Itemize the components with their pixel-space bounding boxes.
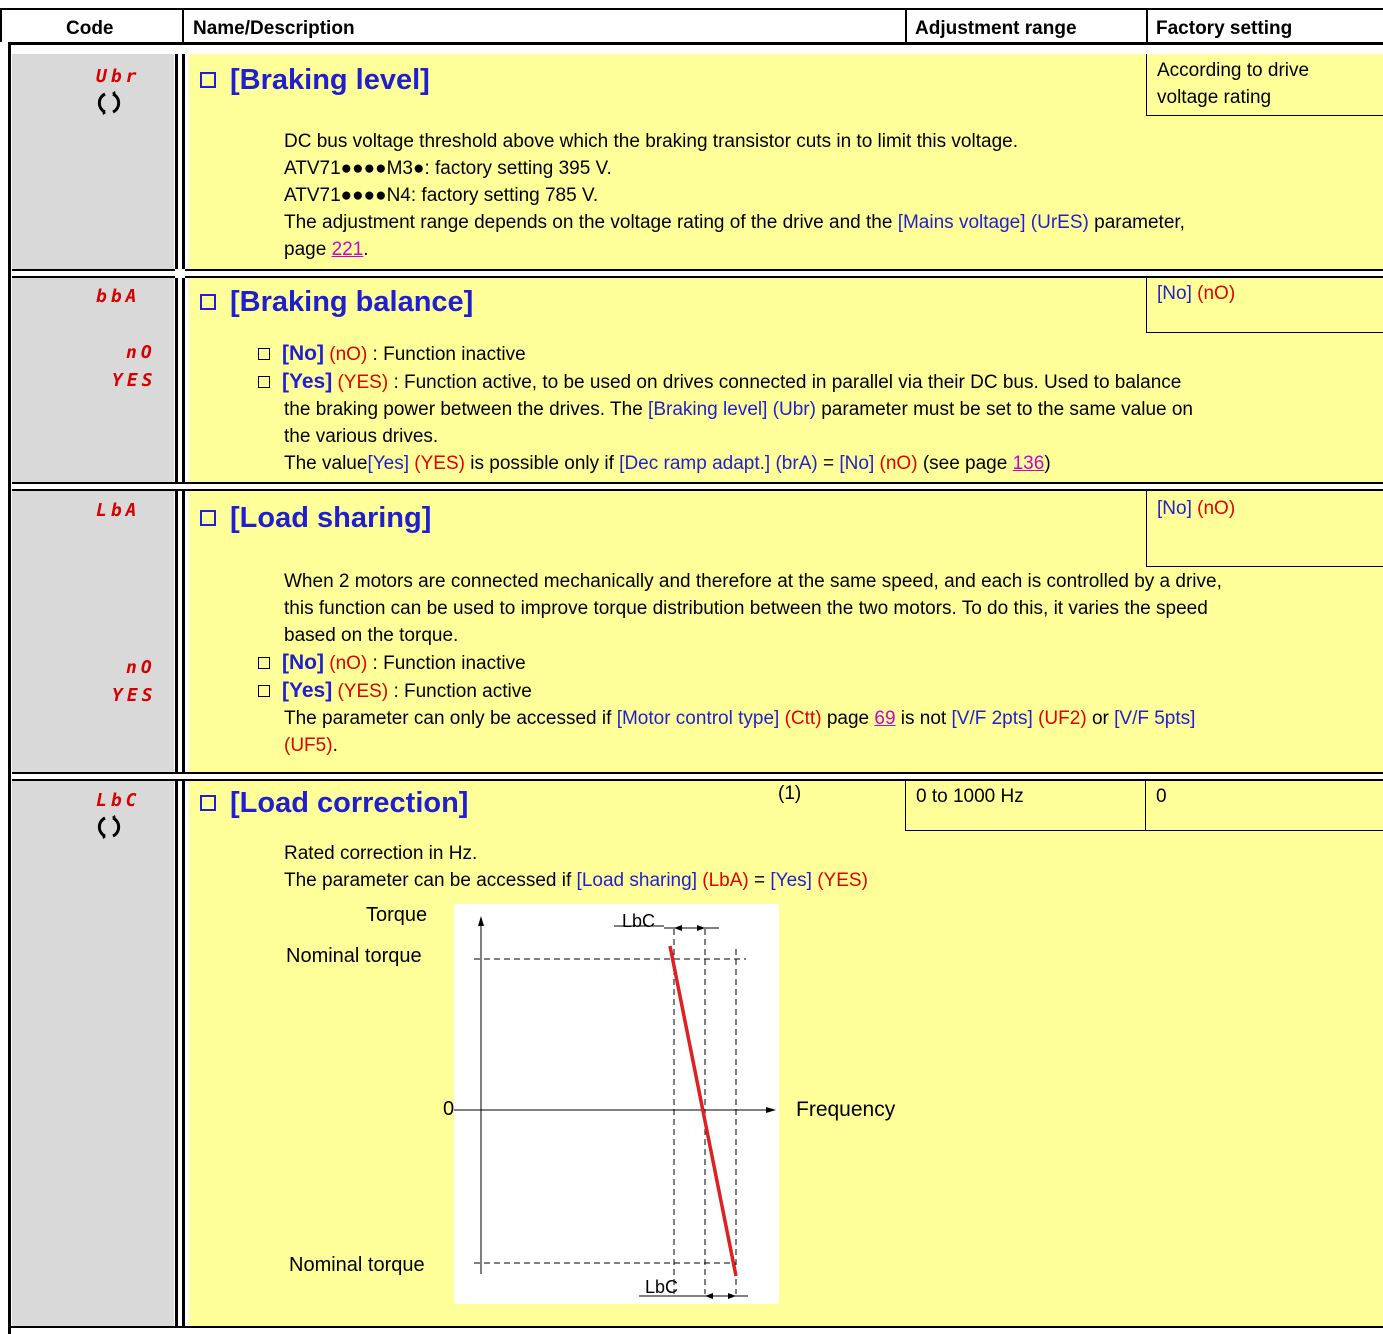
- range-cell-lbc: 0 to 1000 Hz: [905, 781, 1146, 831]
- lbc-bottom-arrow: [705, 1293, 713, 1299]
- lbc-bottom-arrow: [728, 1293, 736, 1299]
- description-lba: When 2 motors are connected mechanically…: [258, 568, 1379, 759]
- nominal-torque-top: Nominal torque: [286, 945, 422, 967]
- row-separator: [12, 482, 1383, 491]
- factory-cell-ubr: According to drive voltage rating: [1146, 54, 1383, 116]
- description-bba: [No] (nO) : Function inactive [Yes] (YES…: [258, 340, 1378, 477]
- header-divider: [182, 10, 184, 42]
- header-divider: [0, 10, 2, 42]
- factory-cell-lba: [No] (nO): [1146, 491, 1383, 567]
- param-title-lbc: [Load correction]: [200, 787, 468, 820]
- bottom-rule: [8, 1326, 1383, 1328]
- nominal-torque-bottom: Nominal torque: [289, 1254, 425, 1276]
- top-rule: [0, 8, 1383, 10]
- header-code: Code: [66, 18, 114, 39]
- code-column-border: [182, 54, 185, 1326]
- note-ref: (1): [778, 783, 802, 804]
- param-code-lba: LbA: [96, 500, 141, 521]
- header-divider: [905, 10, 907, 42]
- torque-label: Torque: [366, 904, 428, 926]
- header-bottom-rule: [8, 42, 1383, 45]
- option-code-no: nO: [126, 657, 156, 678]
- param-title-lba: [Load sharing]: [200, 502, 431, 535]
- modifiable-icon: [96, 814, 122, 845]
- page-link[interactable]: 136: [1013, 453, 1045, 474]
- factory-cell-bba: [No] (nO): [1146, 278, 1383, 333]
- option-code-yes: YES: [112, 685, 157, 706]
- lbc-top-arrow: [697, 925, 705, 931]
- page-link[interactable]: 69: [874, 708, 895, 729]
- param-title-ubr: [Braking level]: [200, 64, 430, 97]
- frequency-label: Frequency: [796, 1098, 896, 1121]
- load-correction-diagram: [454, 916, 776, 1299]
- param-code-lbc: LbC: [96, 790, 141, 811]
- torque-frequency-line: [668, 945, 738, 1277]
- modifiable-icon: [96, 90, 122, 121]
- factory-cell-lbc: 0: [1146, 781, 1383, 831]
- param-code-bba: bbA: [96, 286, 141, 307]
- outer-left-border: [8, 45, 11, 1334]
- code-column-border: [175, 54, 178, 1326]
- option-code-yes: YES: [112, 370, 157, 391]
- header-divider: [1146, 10, 1148, 42]
- lbc-top-arrow: [674, 925, 682, 931]
- header-name: Name/Description: [193, 18, 355, 39]
- row-separator: [12, 772, 1383, 781]
- param-code-ubr: Ubr: [96, 66, 141, 87]
- zero-label: 0: [443, 1098, 455, 1120]
- description-lbc: Rated correction in Hz. The parameter ca…: [284, 843, 868, 891]
- page-link[interactable]: 221: [332, 239, 364, 260]
- option-code-no: nO: [126, 342, 156, 363]
- description-ubr: DC bus voltage threshold above which the…: [284, 131, 1185, 260]
- x-axis-arrow: [766, 1107, 776, 1113]
- param-title-bba: [Braking balance]: [200, 286, 473, 319]
- header-range: Adjustment range: [915, 18, 1077, 39]
- row-separator: [12, 269, 1383, 278]
- y-axis-arrow: [478, 916, 484, 926]
- header-factory: Factory setting: [1156, 18, 1293, 39]
